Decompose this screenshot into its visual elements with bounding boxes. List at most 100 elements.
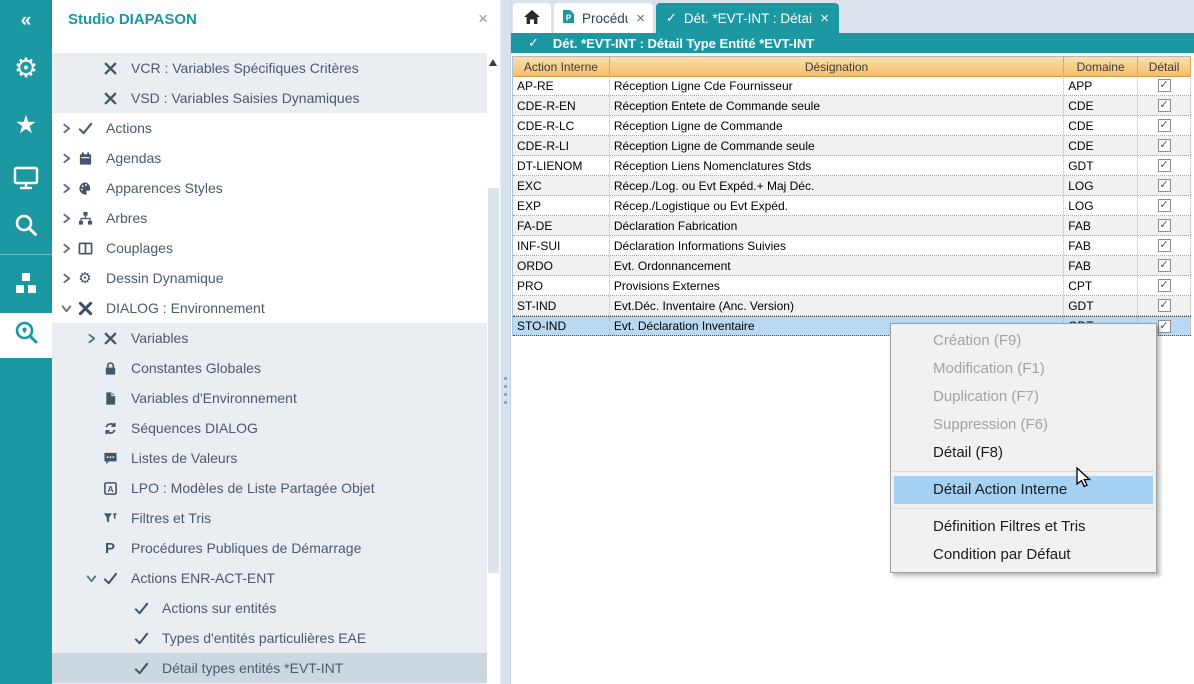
chevron-right-icon[interactable] — [58, 273, 74, 284]
tools-icon — [74, 301, 96, 316]
scrollbar-thumb[interactable] — [488, 188, 499, 573]
rail-divider — [0, 254, 52, 255]
detail-checkbox[interactable]: ✓ — [1158, 259, 1171, 272]
table-row[interactable]: INF-SUI Déclaration Informations Suivies… — [513, 236, 1191, 256]
detail-checkbox[interactable]: ✓ — [1158, 279, 1171, 292]
tree-item-label: Filtres et Tris — [131, 510, 211, 526]
tree-item-types-eae[interactable]: Types d'entités particulières EAE — [52, 623, 487, 653]
detail-checkbox[interactable]: ✓ — [1158, 179, 1171, 192]
menu-item-definition-filtres[interactable]: Définition Filtres et Tris — [891, 513, 1156, 541]
table-row[interactable]: ORDO Evt. Ordonnancement FAB ✓ — [513, 256, 1191, 276]
close-icon[interactable]: × — [812, 11, 829, 26]
tree-item-couplages[interactable]: Couplages — [52, 233, 487, 263]
cell-designation: Récep./Logistique ou Evt Expéd. — [610, 196, 1064, 215]
tree-item-dialog-env[interactable]: DIALOG : Environnement — [52, 293, 487, 323]
chevron-right-icon[interactable] — [58, 123, 74, 134]
tree-item-vsd[interactable]: VSD : Variables Saisies Dynamiques — [52, 83, 487, 113]
close-icon[interactable]: × — [628, 11, 645, 26]
tree-item-apparences[interactable]: Apparences Styles — [52, 173, 487, 203]
chevron-right-icon[interactable] — [83, 333, 99, 344]
detail-checkbox[interactable]: ✓ — [1158, 159, 1171, 172]
tree-item-actions-enr[interactable]: Actions ENR-ACT-ENT — [52, 563, 487, 593]
tree-item-label: Couplages — [106, 240, 173, 256]
rail-item-search[interactable] — [0, 214, 52, 240]
detail-checkbox[interactable]: ✓ — [1158, 199, 1171, 212]
table-row[interactable]: PRO Provisions Externes CPT ✓ — [513, 276, 1191, 296]
rail-item-search-location[interactable] — [0, 313, 52, 358]
sidebar-close-button[interactable]: × — [478, 9, 488, 29]
tree-item-label: DIALOG : Environnement — [106, 300, 265, 316]
tree-item-constantes[interactable]: Constantes Globales — [52, 353, 487, 383]
tree-item-variables[interactable]: Variables — [52, 323, 487, 353]
palette-icon — [74, 181, 96, 196]
menu-item-condition-defaut[interactable]: Condition par Défaut — [891, 541, 1156, 569]
table-row[interactable]: DT-LIENOM Réception Liens Nomenclatures … — [513, 156, 1191, 176]
tab-procedures[interactable]: P Procédures × — [554, 3, 653, 33]
detail-checkbox[interactable]: ✓ — [1158, 139, 1171, 152]
gear-icon: ⚙ — [74, 271, 96, 286]
tree-item-dessin[interactable]: ⚙Dessin Dynamique — [52, 263, 487, 293]
tree-item-vcr[interactable]: VCR : Variables Spécifiques Critères — [52, 53, 487, 83]
detail-checkbox[interactable]: ✓ — [1158, 320, 1171, 333]
check-icon — [130, 601, 152, 616]
table-row[interactable]: FA-DE Déclaration Fabrication FAB ✓ — [513, 216, 1191, 236]
chevron-right-icon[interactable] — [58, 243, 74, 254]
table-row[interactable]: CDE-R-LI Réception Ligne de Commande seu… — [513, 136, 1191, 156]
search-location-icon — [13, 320, 39, 351]
table-row[interactable]: ST-IND Evt.Déc. Inventaire (Anc. Version… — [513, 296, 1191, 316]
table-row[interactable]: CDE-R-EN Réception Entete de Commande se… — [513, 96, 1191, 116]
chevron-down-icon[interactable] — [83, 573, 99, 584]
table-row[interactable]: EXC Récep./Log. ou Evt Expéd.+ Maj Déc. … — [513, 176, 1191, 196]
tree-item-label: Agendas — [106, 150, 161, 166]
panel-splitter[interactable] — [500, 0, 511, 684]
detail-checkbox[interactable]: ✓ — [1158, 79, 1171, 92]
sidebar-title: Studio DIAPASON — [68, 11, 197, 28]
tree-item-procedures-pub[interactable]: PProcédures Publiques de Démarrage — [52, 533, 487, 563]
search-icon — [13, 212, 39, 243]
table-row[interactable]: CDE-R-LC Réception Ligne de Commande CDE… — [513, 116, 1191, 136]
chevron-right-icon[interactable] — [58, 153, 74, 164]
tree-item-actions[interactable]: Actions — [52, 113, 487, 143]
detail-checkbox[interactable]: ✓ — [1158, 219, 1171, 232]
detail-checkbox[interactable]: ✓ — [1158, 99, 1171, 112]
chevron-down-icon[interactable] — [58, 303, 74, 314]
tree-item-actions-entites[interactable]: Actions sur entités — [52, 593, 487, 623]
scrollbar-up-arrow-icon[interactable] — [489, 59, 497, 66]
sidebar-scrollbar[interactable] — [487, 53, 500, 684]
tree-item-variables-env[interactable]: Variables d'Environnement — [52, 383, 487, 413]
cell-designation: Déclaration Informations Suivies — [610, 236, 1064, 255]
tree-item-label: Séquences DIALOG — [131, 420, 258, 436]
detail-checkbox[interactable]: ✓ — [1158, 119, 1171, 132]
menu-item-detail[interactable]: Détail (F8) — [891, 439, 1156, 467]
collapse-sidebar-button[interactable]: « — [0, 8, 52, 32]
column-header[interactable]: Domaine — [1064, 57, 1138, 77]
chevron-right-icon[interactable] — [58, 183, 74, 194]
detail-checkbox[interactable]: ✓ — [1158, 299, 1171, 312]
tree-item-filtres[interactable]: Filtres et Tris — [52, 503, 487, 533]
table-row[interactable]: AP-RE Réception Ligne Cde Fournisseur AP… — [513, 76, 1191, 96]
cell-designation: Provisions Externes — [610, 276, 1064, 295]
tab-detail-evt-int-active[interactable]: ✓ Dét. *EVT-INT : Détail Ty... × — [656, 3, 839, 33]
rail-item-modules[interactable] — [0, 272, 52, 298]
tab-home[interactable] — [513, 3, 551, 33]
tree-item-listes[interactable]: Listes de Valeurs — [52, 443, 487, 473]
table-row[interactable]: EXP Récep./Logistique ou Evt Expéd. LOG … — [513, 196, 1191, 216]
detail-checkbox[interactable]: ✓ — [1158, 239, 1171, 252]
cell-code: PRO — [513, 276, 610, 295]
chevron-right-icon[interactable] — [58, 213, 74, 224]
rail-item-wheel[interactable]: ⚙ — [0, 54, 52, 82]
tree-item-lpo[interactable]: ALPO : Modèles de Liste Partagée Objet — [52, 473, 487, 503]
column-header[interactable]: Action Interne — [513, 57, 610, 77]
rail-item-screens[interactable] — [0, 167, 52, 193]
modules-icon — [13, 270, 39, 301]
tree-item-sequences[interactable]: Séquences DIALOG — [52, 413, 487, 443]
cell-code: INF-SUI — [513, 236, 610, 255]
rail-item-favorites[interactable]: ★ — [0, 112, 52, 138]
column-header[interactable]: Détail — [1138, 57, 1191, 77]
column-header[interactable]: Désignation — [610, 57, 1064, 77]
cell-domain: CPT — [1064, 276, 1138, 295]
tree-item-detail-types-selected[interactable]: Détail types entités *EVT-INT — [52, 653, 493, 683]
tree-item-arbres[interactable]: Arbres — [52, 203, 487, 233]
menu-item-detail-action-interne[interactable]: Détail Action Interne — [894, 476, 1153, 504]
tree-item-agendas[interactable]: Agendas — [52, 143, 487, 173]
